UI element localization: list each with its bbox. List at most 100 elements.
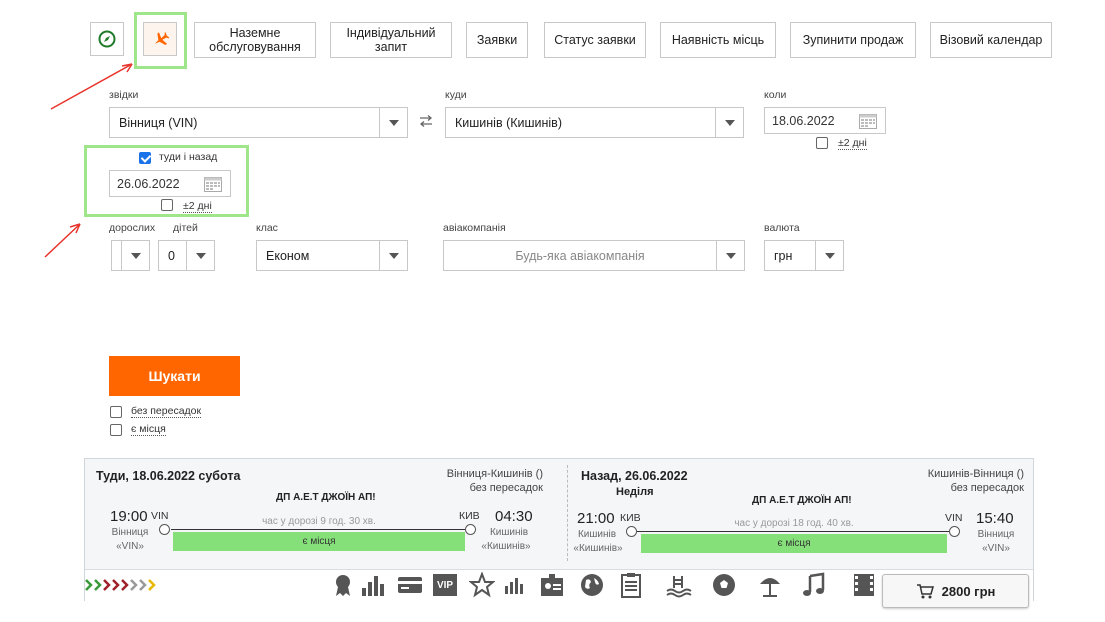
- chevron-down-icon: [121, 241, 149, 270]
- from-label: звідки: [109, 89, 139, 101]
- price-button[interactable]: 2800 грн: [882, 574, 1029, 608]
- return-duration: час у дорозі 18 год. 40 хв.: [734, 518, 854, 529]
- chevron-red-icon: [103, 579, 111, 591]
- departure-flex-checkbox[interactable]: [816, 137, 828, 149]
- chevron-down-icon: [815, 241, 843, 270]
- return-flex-checkbox[interactable]: [161, 199, 173, 211]
- chevron-down-icon: [716, 241, 744, 270]
- chevron-down-icon: [379, 241, 407, 270]
- departure-date-value: 18.06.2022: [772, 113, 835, 128]
- return-dep-dot: [626, 526, 637, 537]
- direct-label[interactable]: без пересадок: [131, 405, 202, 418]
- outbound-duration: час у дорозі 9 год. 30 хв.: [262, 516, 376, 527]
- airline-select[interactable]: Будь-яка авіакомпанія: [443, 240, 745, 271]
- film-icon: [854, 574, 874, 596]
- return-arr-airport: «VIN»: [982, 543, 1010, 554]
- star-icon: [469, 572, 495, 598]
- return-weekday: Неділя: [616, 486, 654, 498]
- requests-button[interactable]: Заявки: [466, 22, 528, 58]
- cart-icon: [916, 584, 934, 599]
- outbound-route: Вінниця-Кишинів (): [446, 468, 543, 480]
- music-note-icon: [803, 572, 825, 596]
- class-value: Економ: [266, 248, 310, 263]
- departure-flex-label[interactable]: ±2 дні: [838, 137, 867, 150]
- outbound-title: Туди, 18.06.2022 субота: [96, 469, 241, 483]
- return-dep-airport: «Кишинів»: [573, 543, 623, 554]
- class-select[interactable]: Економ: [256, 240, 408, 271]
- chevron-yellow-icon: [148, 579, 156, 591]
- currency-label: валюта: [764, 222, 800, 234]
- currency-select[interactable]: грн: [764, 240, 844, 271]
- outbound-dep-dot: [159, 524, 170, 535]
- outbound-dep-time: 19:00: [110, 508, 148, 525]
- chevron-red-icon: [112, 579, 120, 591]
- return-arr-time: 15:40: [976, 510, 1014, 527]
- annotation-arrow-2: [44, 223, 81, 258]
- outbound-transfers: без пересадок: [469, 482, 543, 494]
- card-divider: [567, 465, 568, 561]
- return-dep-time: 21:00: [577, 510, 615, 527]
- beach-umbrella-icon: [760, 578, 780, 597]
- seats-checkbox[interactable]: [110, 424, 122, 436]
- outbound-line: [171, 529, 465, 530]
- visa-calendar-button[interactable]: Візовий календар: [930, 22, 1052, 58]
- individual-request-button[interactable]: Індивідуальний запит: [330, 22, 452, 58]
- search-button[interactable]: Шукати: [109, 356, 240, 396]
- return-dep-code: КИВ: [620, 512, 641, 524]
- compass-icon: [98, 30, 116, 48]
- roundtrip-label: туди і назад: [159, 151, 218, 163]
- seat-availability-button[interactable]: Наявність місць: [660, 22, 776, 58]
- return-company: ДП А.Е.Т ДЖОЇН АП!: [752, 495, 852, 506]
- ground-service-button[interactable]: Наземне обслуговування: [194, 22, 316, 58]
- chevron-green-icon: [85, 579, 93, 591]
- return-arr-dot: [949, 526, 960, 537]
- outbound-dep-airport: «VIN»: [116, 541, 144, 552]
- calendar-icon[interactable]: [859, 112, 877, 129]
- roundtrip-checkbox[interactable]: [139, 152, 151, 164]
- chevron-green-icon: [94, 579, 102, 591]
- chevron-down-icon: [715, 108, 743, 137]
- currency-value: грн: [774, 248, 793, 263]
- return-route: Кишинів-Вінниця (): [927, 468, 1024, 480]
- return-transfers: без пересадок: [950, 482, 1024, 494]
- outbound-arr-dot: [465, 524, 476, 535]
- departure-date-input[interactable]: 18.06.2022: [764, 107, 886, 134]
- return-dep-city: Кишинів: [577, 529, 617, 540]
- seats-label[interactable]: є місця: [131, 423, 166, 436]
- return-arr-city: Вінниця: [977, 529, 1015, 540]
- annotation-arrow-1: [50, 63, 133, 110]
- airline-label: авіакомпанія: [443, 222, 506, 234]
- compass-button[interactable]: [90, 22, 124, 56]
- outbound-seats-bar: є місця: [173, 532, 465, 551]
- chevron-gray-icon: [130, 579, 138, 591]
- chart-bars-icon: [362, 576, 384, 596]
- pool-icon: [666, 576, 692, 598]
- return-arr-code: VIN: [945, 512, 963, 524]
- outbound-dep-city: Вінниця: [111, 527, 149, 538]
- swap-icon[interactable]: [418, 115, 434, 127]
- return-date-input[interactable]: 26.06.2022: [109, 170, 231, 197]
- chevron-down-icon: [379, 108, 407, 137]
- outbound-dep-code: VIN: [151, 510, 169, 522]
- return-flex-label[interactable]: ±2 дні: [183, 200, 212, 213]
- direct-checkbox[interactable]: [110, 406, 122, 418]
- children-select[interactable]: 0: [158, 240, 215, 271]
- flights-highlight: [134, 12, 187, 69]
- return-title: Назад, 26.06.2022: [581, 469, 688, 483]
- calendar-icon[interactable]: [204, 175, 222, 192]
- return-date-value: 26.06.2022: [117, 176, 180, 191]
- to-value: Кишинів (Кишинів): [455, 115, 562, 130]
- airline-value: Будь-яка авіакомпанія: [515, 248, 645, 263]
- request-status-button[interactable]: Статус заявки: [544, 22, 646, 58]
- adults-label: дорослих: [109, 222, 156, 234]
- to-select[interactable]: Кишинів (Кишинів): [445, 107, 744, 138]
- stop-sales-button[interactable]: Зупинити продаж: [790, 22, 916, 58]
- return-seats-bar: є місця: [641, 534, 947, 553]
- clipboard-icon: [621, 573, 641, 598]
- from-select[interactable]: Вінниця (VIN): [109, 107, 408, 138]
- outbound-company: ДП А.Е.Т ДЖОЇН АП!: [276, 492, 376, 503]
- chevron-gray-icon: [139, 579, 147, 591]
- outbound-arr-code: КИВ: [459, 510, 480, 522]
- soccer-ball-icon: [713, 574, 735, 596]
- adults-select[interactable]: [111, 240, 150, 271]
